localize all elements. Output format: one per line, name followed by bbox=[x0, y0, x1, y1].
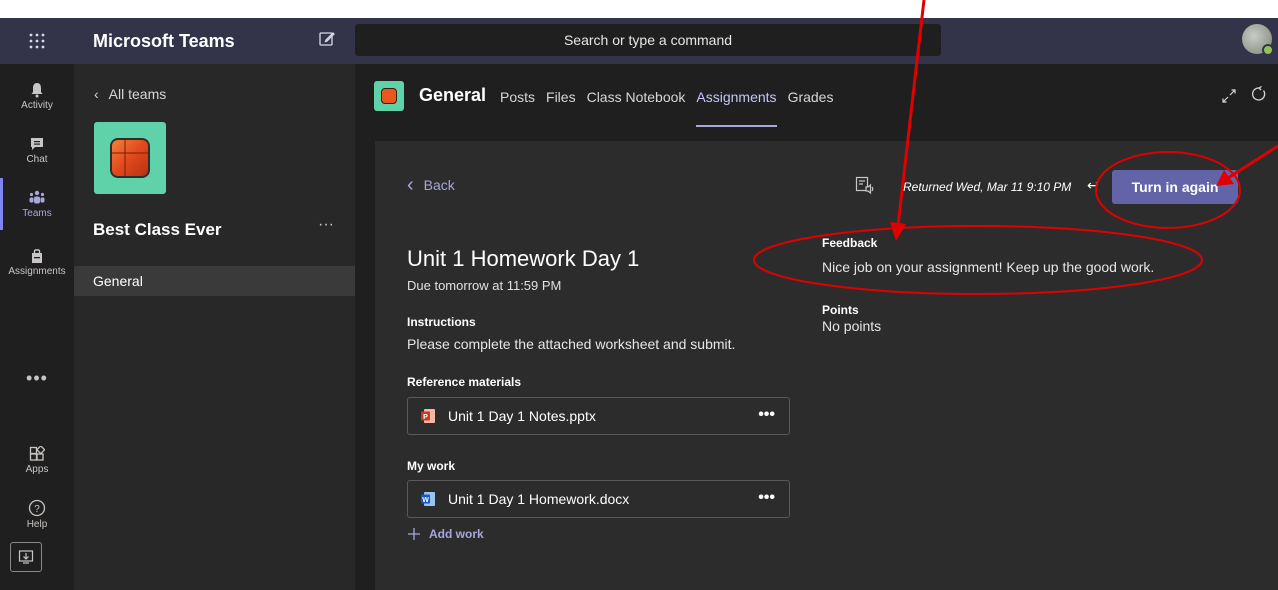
svg-text:W: W bbox=[422, 497, 429, 504]
assignment-title: Unit 1 Homework Day 1 bbox=[407, 246, 640, 271]
rail-item-label: Chat bbox=[26, 153, 48, 165]
immersive-reader-icon[interactable] bbox=[855, 176, 875, 201]
file-more-button[interactable]: ••• bbox=[758, 489, 775, 507]
rail-item-assignments[interactable]: Assignments bbox=[0, 236, 74, 288]
instructions-text: Please complete the attached worksheet a… bbox=[407, 336, 736, 352]
app-name: Microsoft Teams bbox=[93, 31, 235, 51]
rail-item-chat[interactable]: Chat bbox=[0, 124, 74, 176]
chevron-left-icon: ‹ bbox=[94, 86, 99, 102]
expand-icon[interactable] bbox=[1221, 88, 1237, 109]
all-teams-label: All teams bbox=[108, 86, 167, 102]
app-launcher-icon[interactable] bbox=[0, 18, 74, 64]
team-avatar bbox=[94, 122, 166, 194]
rail-item-label: Apps bbox=[25, 463, 49, 475]
my-work-label: My work bbox=[407, 459, 456, 473]
tab-assignments[interactable]: Assignments bbox=[696, 89, 777, 127]
chat-icon bbox=[31, 137, 43, 150]
channel-header: General Posts Files Class Notebook Assig… bbox=[355, 64, 1278, 128]
points-label: Points bbox=[822, 303, 859, 317]
search-input[interactable]: Search or type a command bbox=[355, 24, 941, 56]
team-name: Best Class Ever bbox=[93, 220, 222, 239]
app-rail: Activity Chat Teams Assignments ••• Apps… bbox=[0, 64, 74, 590]
plus-icon bbox=[408, 528, 420, 540]
team-panel: ‹ All teams Best Class Ever ··· General bbox=[74, 64, 355, 590]
main-content: General Posts Files Class Notebook Assig… bbox=[355, 64, 1278, 590]
file-more-button[interactable]: ••• bbox=[758, 406, 775, 424]
team-more-button[interactable]: ··· bbox=[318, 216, 334, 234]
rail-item-label: Activity bbox=[21, 99, 53, 111]
rail-item-label: Assignments bbox=[8, 265, 66, 277]
file-name: Unit 1 Day 1 Notes.pptx bbox=[448, 408, 596, 424]
channel-tabs: Posts Files Class Notebook Assignments G… bbox=[500, 89, 844, 127]
svg-text:P: P bbox=[423, 414, 428, 421]
reference-file[interactable]: P Unit 1 Day 1 Notes.pptx ••• bbox=[407, 397, 790, 435]
turn-in-again-button[interactable]: Turn in again bbox=[1112, 170, 1238, 204]
instructions-label: Instructions bbox=[407, 315, 476, 329]
compose-icon[interactable] bbox=[318, 30, 336, 48]
svg-text:?: ? bbox=[34, 504, 40, 515]
title-bar: Microsoft Teams Search or type a command bbox=[0, 18, 1278, 64]
tab-posts[interactable]: Posts bbox=[500, 89, 535, 127]
feedback-text: Nice job on your assignment! Keep up the… bbox=[822, 259, 1155, 275]
refresh-icon[interactable] bbox=[1251, 85, 1267, 107]
teams-icon bbox=[29, 190, 45, 203]
add-work-label: Add work bbox=[429, 527, 484, 541]
top-strip bbox=[0, 0, 1278, 18]
back-button[interactable]: ‹ Back bbox=[407, 174, 455, 196]
file-name: Unit 1 Day 1 Homework.docx bbox=[448, 491, 630, 507]
tab-grades[interactable]: Grades bbox=[788, 89, 834, 127]
my-work-file[interactable]: W Unit 1 Day 1 Homework.docx ••• bbox=[407, 480, 790, 518]
bell-icon bbox=[31, 82, 43, 97]
rail-item-apps[interactable]: Apps bbox=[0, 434, 74, 486]
returned-status: Returned Wed, Mar 11 9:10 PM bbox=[903, 180, 1072, 194]
reference-materials-label: Reference materials bbox=[407, 375, 522, 389]
tab-class-notebook[interactable]: Class Notebook bbox=[587, 89, 686, 127]
channel-title: General bbox=[419, 85, 487, 105]
return-arrow-icon: ↩ bbox=[1087, 177, 1099, 193]
add-work-button[interactable]: Add work bbox=[407, 527, 484, 541]
rail-item-activity[interactable]: Activity bbox=[0, 70, 74, 122]
back-label: Back bbox=[423, 177, 455, 193]
all-teams-link[interactable]: ‹ All teams bbox=[94, 86, 166, 102]
assignment-card: ‹ Back Returned Wed, Mar 11 9:10 PM ↩ Tu… bbox=[375, 141, 1278, 590]
word-icon: W bbox=[421, 492, 435, 506]
rail-item-help[interactable]: ? Help bbox=[0, 488, 74, 540]
assignments-icon bbox=[32, 248, 42, 263]
channel-icon bbox=[374, 81, 404, 111]
chevron-left-icon: ‹ bbox=[407, 174, 414, 196]
rail-item-label: Teams bbox=[22, 207, 52, 219]
rail-item-teams[interactable]: Teams bbox=[0, 178, 74, 230]
status-badge bbox=[1262, 44, 1274, 56]
feedback-label: Feedback bbox=[822, 236, 878, 250]
more-apps-button[interactable]: ••• bbox=[0, 368, 74, 389]
help-icon: ? bbox=[28, 499, 46, 516]
due-date: Due tomorrow at 11:59 PM bbox=[407, 278, 562, 293]
powerpoint-icon: P bbox=[421, 409, 435, 423]
rail-item-label: Help bbox=[26, 518, 48, 530]
team-logo-icon bbox=[110, 138, 150, 178]
points-value: No points bbox=[822, 318, 882, 334]
tab-files[interactable]: Files bbox=[546, 89, 576, 127]
download-icon[interactable] bbox=[10, 542, 42, 572]
channel-item-general[interactable]: General bbox=[74, 266, 355, 296]
apps-icon bbox=[29, 445, 45, 461]
